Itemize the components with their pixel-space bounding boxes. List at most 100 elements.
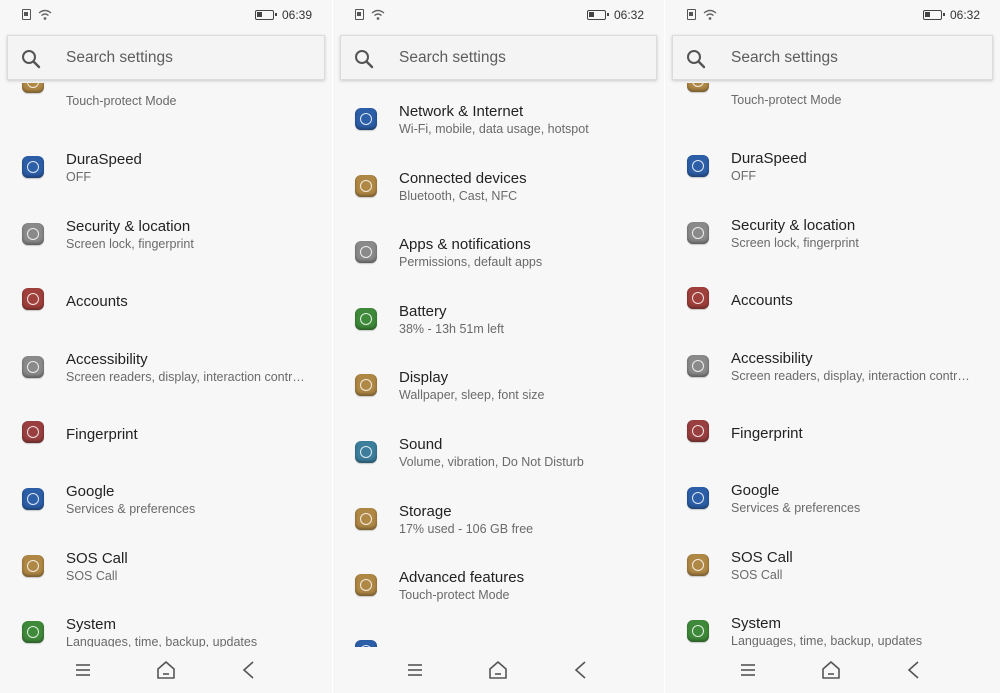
settings-item-title: Google — [731, 482, 780, 500]
settings-item-subtitle: OFF — [731, 169, 756, 184]
sim-card-icon — [687, 9, 696, 20]
settings-item[interactable]: Accounts — [0, 266, 332, 332]
settings-item-title: Battery — [399, 302, 447, 320]
back-icon[interactable] — [903, 659, 925, 681]
settings-item[interactable]: Fingerprint — [0, 399, 332, 465]
advanced-features-icon — [687, 83, 709, 92]
settings-item[interactable]: Accounts — [665, 265, 1000, 331]
settings-item-title: Network & Internet — [399, 103, 524, 120]
accounts-icon — [687, 287, 709, 310]
settings-item[interactable]: System Languages, time, backup, updates — [0, 598, 332, 647]
duraspeed-icon — [355, 639, 377, 647]
search-bar[interactable] — [340, 35, 657, 80]
settings-list[interactable]: Touch-protect Mode DuraSpeed OFF Security &… — [665, 83, 1000, 647]
settings-item-title: Accounts — [731, 292, 793, 310]
lock-icon — [687, 221, 709, 244]
settings-item[interactable]: Security & location Screen lock, fingerpr… — [665, 199, 1000, 265]
settings-item-subtitle: Languages, time, backup, updates — [66, 635, 258, 647]
settings-item[interactable]: Display Wallpaper, sleep, font size — [333, 351, 664, 417]
status-time: 06:32 — [949, 8, 980, 22]
settings-item[interactable]: Accessibility Screen readers, display, in… — [665, 332, 1000, 398]
recent-apps-icon[interactable] — [72, 659, 94, 681]
settings-item-title: Advanced features — [399, 569, 525, 587]
settings-item-subtitle: Wi-Fi, mobile, data usage, hotspot — [399, 122, 589, 136]
wifi-icon — [38, 9, 52, 20]
recent-apps-icon[interactable] — [737, 659, 759, 681]
settings-item[interactable]: Touch-protect Mode — [665, 83, 1000, 132]
back-icon[interactable] — [238, 659, 260, 681]
settings-item[interactable]: Security & location Screen lock, fingerpr… — [0, 200, 332, 266]
settings-item[interactable]: Touch-protect Mode — [0, 83, 332, 133]
settings-item-subtitle: Volume, vibration, Do Not Disturb — [399, 455, 584, 469]
settings-item-subtitle: Screen readers, display, interaction con… — [731, 368, 970, 383]
sos-call-icon — [22, 554, 44, 577]
settings-item[interactable]: Advanced features Touch-protect Mode — [333, 551, 664, 617]
home-icon[interactable] — [820, 659, 842, 681]
settings-item-title: Display — [399, 369, 449, 387]
settings-item[interactable]: System Languages, time, backup, updates — [665, 597, 1000, 647]
search-input[interactable] — [66, 36, 316, 79]
battery-icon — [255, 10, 277, 20]
settings-item-title: Accounts — [66, 293, 128, 311]
settings-item[interactable]: Network & Internet Wi-Fi, mobile, data us… — [333, 85, 664, 151]
settings-item[interactable]: SOS Call SOS Call — [0, 532, 332, 598]
settings-item[interactable]: DuraSpeed — [333, 618, 664, 647]
advanced-features-icon — [355, 574, 377, 597]
settings-item-title: Accessibility — [66, 350, 148, 368]
settings-item[interactable]: Google Services & preferences — [665, 464, 1000, 530]
settings-item[interactable]: Sound Volume, vibration, Do Not Disturb — [333, 418, 664, 484]
settings-item-subtitle: SOS Call — [66, 568, 118, 583]
search-input[interactable] — [731, 36, 984, 79]
settings-item-title: Security & location — [66, 217, 191, 235]
settings-item-subtitle: SOS Call — [731, 567, 783, 582]
settings-item[interactable]: DuraSpeed OFF — [665, 132, 1000, 198]
display-icon — [355, 374, 377, 397]
search-bar[interactable] — [672, 35, 993, 80]
search-bar[interactable] — [7, 35, 325, 80]
search-icon — [355, 50, 374, 69]
fingerprint-icon — [22, 421, 44, 443]
settings-item-title: SOS Call — [66, 549, 128, 567]
storage-icon — [355, 507, 377, 530]
settings-item[interactable]: Apps & notifications Permissions, default… — [333, 218, 664, 284]
navigation-bar — [665, 647, 1000, 693]
settings-item-subtitle: Screen lock, fingerprint — [66, 236, 194, 251]
settings-item[interactable]: Battery 38% - 13h 51m left — [333, 285, 664, 351]
settings-item-subtitle: Touch-protect Mode — [399, 588, 510, 603]
home-icon[interactable] — [487, 659, 509, 681]
settings-item[interactable]: Accessibility Screen readers, display, in… — [0, 333, 332, 399]
google-icon — [22, 488, 44, 511]
search-icon — [22, 50, 41, 69]
settings-item-subtitle: Touch-protect Mode — [731, 93, 842, 107]
settings-item-title: Sound — [399, 436, 443, 453]
wifi-icon — [703, 9, 717, 20]
settings-item-title: Apps & notifications — [399, 236, 531, 254]
settings-item-subtitle: 38% - 13h 51m left — [399, 321, 504, 336]
settings-list[interactable]: Network & Internet Wi-Fi, mobile, data us… — [333, 83, 664, 647]
settings-item[interactable]: Storage 17% used - 106 GB free — [333, 485, 664, 551]
settings-item-subtitle: Languages, time, backup, updates — [731, 634, 923, 647]
accounts-icon — [22, 288, 44, 311]
navigation-bar — [0, 647, 332, 693]
settings-list[interactable]: Touch-protect Mode DuraSpeed OFF Security &… — [0, 83, 332, 647]
settings-item[interactable]: Fingerprint — [665, 398, 1000, 464]
settings-item[interactable]: Connected devices Bluetooth, Cast, NFC — [333, 152, 664, 218]
settings-item-title: System — [66, 616, 117, 634]
settings-item-subtitle: Services & preferences — [66, 502, 196, 517]
back-icon[interactable] — [570, 659, 592, 681]
settings-item-subtitle: OFF — [66, 170, 91, 185]
settings-item[interactable]: DuraSpeed OFF — [0, 133, 332, 199]
settings-item-subtitle: Bluetooth, Cast, NFC — [399, 188, 518, 203]
settings-item[interactable]: Google Services & preferences — [0, 465, 332, 531]
settings-item-title: Accessibility — [731, 349, 813, 367]
home-icon[interactable] — [155, 659, 177, 681]
settings-item[interactable]: SOS Call SOS Call — [665, 531, 1000, 597]
settings-screen: 06:32 Touch-protect Mode DuraSpeedOFFSecu… — [665, 0, 1000, 693]
status-time: 06:32 — [613, 8, 644, 22]
search-icon — [687, 50, 706, 69]
recent-apps-icon[interactable] — [404, 659, 426, 681]
settings-screen: 06:39 Touch-protect ModeDuraSpeedOFFSecu… — [0, 0, 332, 693]
settings-item-title: Connected devices — [399, 169, 527, 187]
settings-item-subtitle: 17% used - 106 GB free — [399, 521, 534, 536]
search-input[interactable] — [399, 36, 648, 79]
